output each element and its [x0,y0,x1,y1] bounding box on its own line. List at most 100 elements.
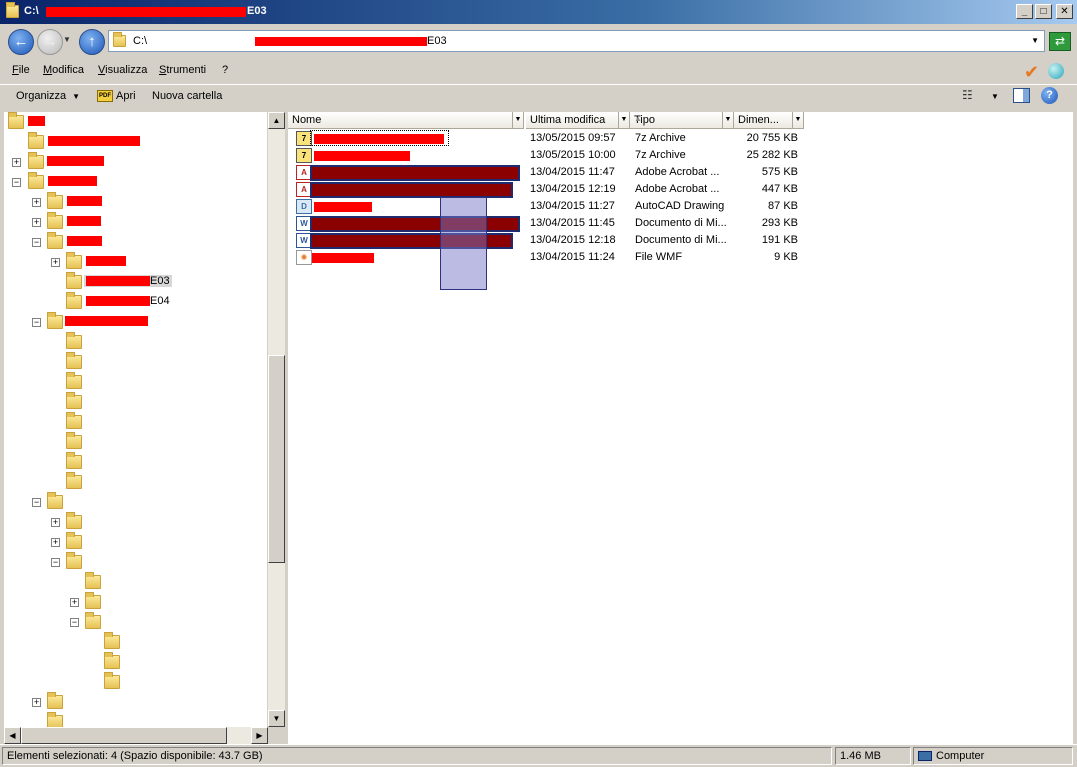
help-icon[interactable]: ? [1041,87,1058,104]
expand-icon[interactable]: + [51,538,60,547]
chevron-down-icon[interactable]: ▼ [722,112,733,128]
folder-icon [66,432,82,449]
expand-icon[interactable]: + [51,258,60,267]
address-bar[interactable]: C:\ E03 ▼ [108,30,1045,52]
expand-icon[interactable]: + [51,518,60,527]
scroll-left-button[interactable]: ◀ [4,727,21,744]
maximize-button[interactable]: □ [1035,4,1052,19]
forward-button[interactable]: → [37,29,63,55]
globe-icon[interactable] [1048,63,1064,79]
tree-item[interactable]: + [4,152,264,170]
redacted-name [48,176,97,187]
expand-icon[interactable]: + [32,218,41,227]
scroll-up-button[interactable]: ▲ [268,112,285,129]
refresh-button[interactable]: ⇄ [1049,32,1071,51]
chevron-down-icon[interactable]: ▼ [618,112,629,128]
file-date: 13/04/2015 12:19 [530,183,616,195]
chevron-down-icon[interactable]: ▼ [1031,36,1039,45]
folder-icon [6,2,19,18]
file-row[interactable]: 7 13/05/2015 10:00 7z Archive 25 282 KB [288,147,1073,164]
column-header-type[interactable]: Tipo ▲ ▼ [630,112,734,129]
file-type: 7z Archive [635,149,686,161]
tree-item[interactable] [4,132,264,150]
minimize-button[interactable]: _ [1016,4,1033,19]
check-icon[interactable]: ✔ [1024,62,1039,83]
file-type: File WMF [635,251,683,263]
tree-item[interactable]: − [4,232,264,250]
menu-modifica[interactable]: Modifica [43,64,84,76]
file-row-selected[interactable]: W 13/04/2015 12:18 Documento di Mi... 19… [288,232,1073,249]
tree-item[interactable]: − [4,172,264,190]
scroll-thumb[interactable] [268,355,285,563]
redacted-file-name [310,182,513,198]
file-date: 13/05/2015 09:57 [530,132,616,144]
status-size: 1.46 MB [835,747,911,765]
back-button[interactable]: ← [8,29,34,55]
collapse-icon[interactable]: − [32,238,41,247]
chevron-down-icon[interactable]: ▼ [512,112,523,128]
tree-item[interactable]: + [4,252,264,270]
redacted-file-name [314,151,410,161]
organize-button[interactable]: Organizza ▼ [16,90,80,102]
expand-icon[interactable]: + [32,198,41,207]
tree-item[interactable]: + [4,212,264,230]
tree-item[interactable]: + [4,192,264,210]
file-size: 293 KB [761,217,798,229]
scroll-thumb[interactable] [21,727,227,744]
folder-tree[interactable]: + − + + − + E03 E04 − − + + − + − + [4,112,267,727]
status-selection: Elementi selezionati: 4 (Spazio disponib… [2,747,832,765]
view-options-icon[interactable]: ☷ [962,88,973,102]
file-row-selected[interactable]: A 13/04/2015 11:47 Adobe Acrobat ... 575… [288,164,1073,181]
tree-item[interactable] [4,112,264,130]
file-size: 25 282 KB [746,149,798,161]
collapse-icon[interactable]: − [70,618,79,627]
open-button[interactable]: PDF Apri [97,90,136,103]
sort-ascending-icon: ▲ [634,114,642,123]
expand-icon[interactable]: + [32,698,41,707]
folder-icon [66,392,82,409]
column-header-size[interactable]: Dimen... ▼ [734,112,804,129]
file-row[interactable]: D 13/04/2015 11:27 AutoCAD Drawing 87 KB [288,198,1073,215]
scroll-right-button[interactable]: ▶ [251,727,268,744]
open-label: Apri [116,90,136,102]
redacted-title [46,7,246,17]
menu-help[interactable]: ? [222,64,228,76]
collapse-icon[interactable]: − [32,498,41,507]
title-bar[interactable]: C:\ E03 _ □ ✕ [0,0,1077,24]
preview-pane-icon[interactable] [1013,88,1030,103]
column-header-name[interactable]: Nome ▼ [288,112,524,129]
folder-icon [66,332,82,349]
folder-icon [47,212,63,229]
file-row-selected[interactable]: W 13/04/2015 11:45 Documento di Mi... 29… [288,215,1073,232]
folder-icon [47,312,63,329]
file-list[interactable]: Nome ▼ Ultima modifica ▼ Tipo ▲ ▼ Dimen.… [288,112,1073,744]
close-button[interactable]: ✕ [1056,4,1073,19]
redacted-name [28,116,45,127]
menu-strumenti[interactable]: Strumenti [159,64,206,76]
collapse-icon[interactable]: − [51,558,60,567]
scroll-down-button[interactable]: ▼ [268,710,285,727]
menu-file[interactable]: File [12,64,30,76]
file-row-selected[interactable]: A 13/04/2015 12:19 Adobe Acrobat ... 447… [288,181,1073,198]
menu-visualizza[interactable]: Visualizza [98,64,147,76]
new-folder-button[interactable]: Nuova cartella [152,90,222,102]
expand-icon[interactable]: + [70,598,79,607]
tree-horizontal-scrollbar[interactable]: ◀ ▶ [4,727,268,744]
folder-icon [66,252,82,269]
chevron-down-icon[interactable]: ▼ [792,112,803,128]
tree-item[interactable]: − [4,312,264,330]
file-row[interactable]: 7 13/05/2015 09:57 7z Archive 20 755 KB [288,130,1073,147]
file-row[interactable]: ✺ 13/04/2015 11:24 File WMF 9 KB [288,249,1073,266]
collapse-icon[interactable]: − [12,178,21,187]
tree-item-e03[interactable]: E03 [4,272,264,290]
history-dropdown-icon[interactable]: ▼ [63,35,71,44]
column-header-modified[interactable]: Ultima modifica ▼ [526,112,630,129]
up-folder-button[interactable]: ↑ [79,29,105,55]
tree-vertical-scrollbar[interactable]: ▲ ▼ [268,112,285,727]
status-bar: Elementi selezionati: 4 (Spazio disponib… [0,744,1077,767]
navigation-bar: ← → ▼ ↑ C:\ E03 ▼ ⇄ [0,24,1077,60]
expand-icon[interactable]: + [12,158,21,167]
tree-item-e04[interactable]: E04 [4,292,264,310]
collapse-icon[interactable]: − [32,318,41,327]
chevron-down-icon[interactable]: ▼ [991,92,999,101]
